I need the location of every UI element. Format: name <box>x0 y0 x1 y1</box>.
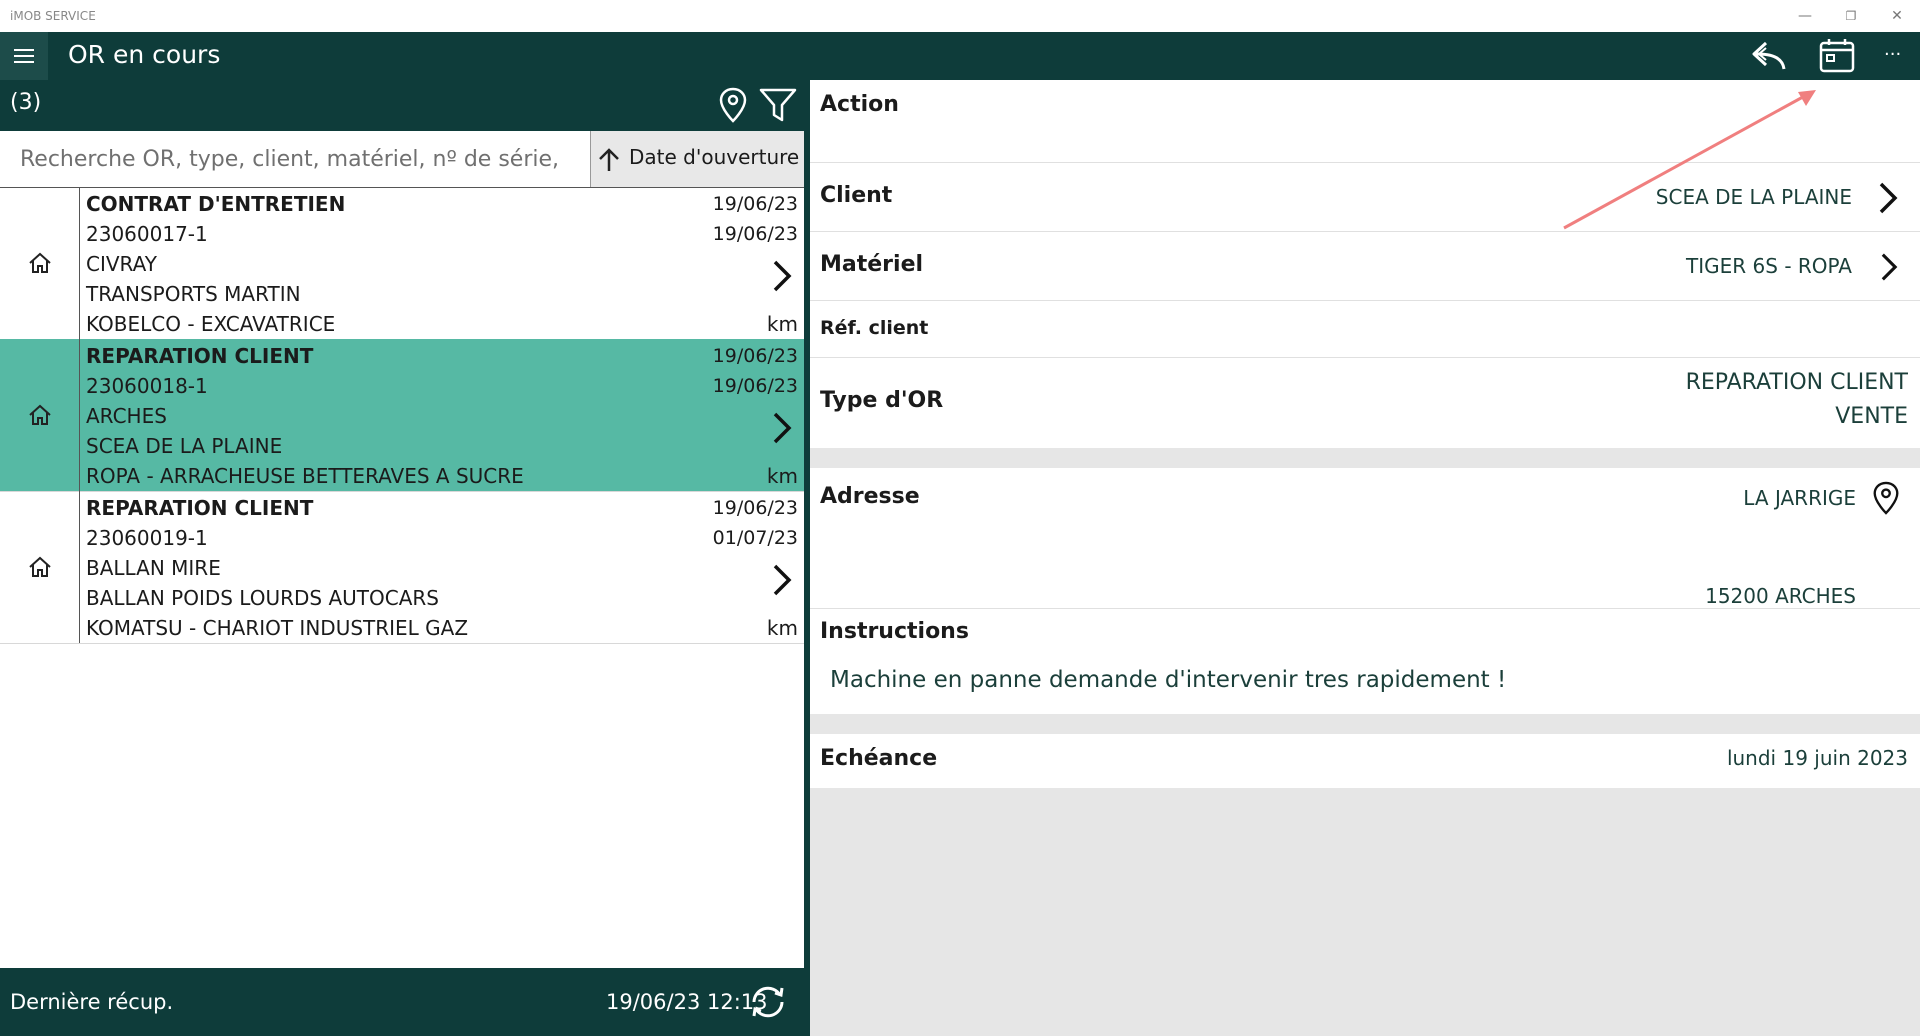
annotation-arrow <box>1563 90 1816 230</box>
or-open-date: 19/06/23 <box>712 193 798 215</box>
chevron-right-icon <box>773 412 792 444</box>
home-icon <box>29 252 51 273</box>
or-number: 23060019-1 <box>86 526 208 550</box>
calendar-button[interactable] <box>1818 37 1856 79</box>
search-input[interactable] <box>0 131 590 187</box>
row-icon-cell <box>0 491 80 643</box>
materiel-row[interactable]: Matériel TIGER 6S - ROPA <box>810 232 1920 300</box>
or-city: ARCHES <box>86 404 167 428</box>
ref-client-row: Réf. client <box>810 301 1920 357</box>
instructions-label: Instructions <box>820 619 969 644</box>
km-unit: km <box>766 312 798 336</box>
reply-button[interactable] <box>1750 37 1790 77</box>
chevron-right-icon <box>1879 182 1898 214</box>
type-or-row: Type d'OR REPARATION CLIENT VENTE <box>810 358 1920 448</box>
or-open-date: 19/06/23 <box>712 345 798 367</box>
type-or-label: Type d'OR <box>820 388 944 413</box>
or-equipment: KOMATSU - CHARIOT INDUSTRIEL GAZ <box>86 616 469 640</box>
minimize-button[interactable]: — <box>1790 6 1820 26</box>
sync-icon <box>752 986 784 1018</box>
menu-button[interactable] <box>0 32 48 80</box>
or-list-item[interactable]: REPARATION CLIENT 23060019-1 BALLAN MIRE… <box>0 491 804 644</box>
last-sync-label: Dernière récup. <box>10 990 174 1014</box>
arrow-up-icon <box>599 148 619 171</box>
sort-button[interactable]: Date d'ouverture <box>590 131 804 187</box>
echeance-row: Echéance lundi 19 juin 2023 <box>810 734 1920 788</box>
or-type: CONTRAT D'ENTRETIEN <box>86 192 346 216</box>
km-unit: km <box>766 464 798 488</box>
address-line1: LA JARRIGE <box>1743 486 1856 510</box>
close-button[interactable]: ✕ <box>1882 6 1912 26</box>
or-type: REPARATION CLIENT <box>86 496 314 520</box>
or-list-item[interactable]: REPARATION CLIENT 23060018-1 ARCHES SCEA… <box>0 339 804 492</box>
type-or-subtype: VENTE <box>1835 404 1908 429</box>
instructions-section: Instructions Machine en panne demande d'… <box>810 609 1920 714</box>
chevron-right-icon <box>773 260 792 292</box>
or-city: CIVRAY <box>86 252 157 276</box>
more-button[interactable]: ··· <box>1884 44 1901 65</box>
or-list-item[interactable]: CONTRAT D'ENTRETIEN 23060017-1 CIVRAY TR… <box>0 187 804 340</box>
calendar-icon <box>1819 39 1855 73</box>
annotation-arrow-line <box>1563 90 1813 230</box>
sort-label: Date d'ouverture <box>629 145 800 169</box>
or-client: BALLAN POIDS LOURDS AUTOCARS <box>86 586 439 610</box>
or-due-date: 19/06/23 <box>712 223 798 245</box>
list-footer: Dernière récup. 19/06/23 12:13 <box>0 968 810 1036</box>
or-client: TRANSPORTS MARTIN <box>86 282 301 306</box>
app-bar: OR en cours ··· <box>0 32 1920 80</box>
address-map-button[interactable] <box>1870 478 1902 522</box>
address-section: Adresse LA JARRIGE 15200 ARCHES <box>810 468 1920 608</box>
restore-button[interactable]: ❐ <box>1836 6 1866 26</box>
or-number: 23060018-1 <box>86 374 208 398</box>
map-button[interactable] <box>716 86 750 128</box>
list-header: (3) <box>0 80 804 131</box>
app-title: iMOB SERVICE <box>10 9 96 23</box>
or-city: BALLAN MIRE <box>86 556 221 580</box>
page-title: OR en cours <box>68 40 221 69</box>
result-count: (3) <box>10 90 42 115</box>
ref-client-label: Réf. client <box>820 317 929 339</box>
materiel-label: Matériel <box>820 252 924 277</box>
or-client: SCEA DE LA PLAINE <box>86 434 283 458</box>
home-icon <box>29 404 51 425</box>
echeance-label: Echéance <box>820 746 938 771</box>
filter-icon <box>759 88 797 122</box>
or-due-date: 01/07/23 <box>712 527 798 549</box>
type-or-value: REPARATION CLIENT <box>1685 370 1908 395</box>
menu-icon <box>14 49 34 63</box>
action-label: Action <box>820 92 899 117</box>
chevron-right-icon <box>773 564 792 596</box>
or-type: REPARATION CLIENT <box>86 344 314 368</box>
window-titlebar: iMOB SERVICE — ❐ ✕ <box>0 0 1920 32</box>
last-sync-datetime: 19/06/23 12:13 <box>606 990 768 1014</box>
search-row: Date d'ouverture <box>0 131 804 188</box>
echeance-value: lundi 19 juin 2023 <box>1726 746 1908 770</box>
row-icon-cell <box>0 339 80 491</box>
km-unit: km <box>766 616 798 640</box>
sync-button[interactable] <box>746 980 790 1028</box>
or-number: 23060017-1 <box>86 222 208 246</box>
address-label: Adresse <box>820 484 920 509</box>
or-list-pane: (3) Date d'ouverture CONTRAT D'ENTRETIEN… <box>0 80 810 1036</box>
chevron-right-icon <box>1881 253 1898 281</box>
location-pin-icon <box>719 87 747 123</box>
address-line2: 15200 ARCHES <box>1705 584 1856 608</box>
home-icon <box>29 556 51 577</box>
reply-icon <box>1752 41 1786 70</box>
client-label: Client <box>820 183 893 208</box>
materiel-value: TIGER 6S - ROPA <box>1686 254 1852 278</box>
or-equipment: ROPA - ARRACHEUSE BETTERAVES A SUCRE <box>86 464 524 488</box>
instructions-text: Machine en panne demande d'intervenir tr… <box>830 667 1507 693</box>
or-due-date: 19/06/23 <box>712 375 798 397</box>
row-icon-cell <box>0 187 80 339</box>
filter-button[interactable] <box>758 86 798 128</box>
or-open-date: 19/06/23 <box>712 497 798 519</box>
location-pin-icon <box>1873 481 1899 515</box>
or-equipment: KOBELCO - EXCAVATRICE <box>86 312 336 336</box>
